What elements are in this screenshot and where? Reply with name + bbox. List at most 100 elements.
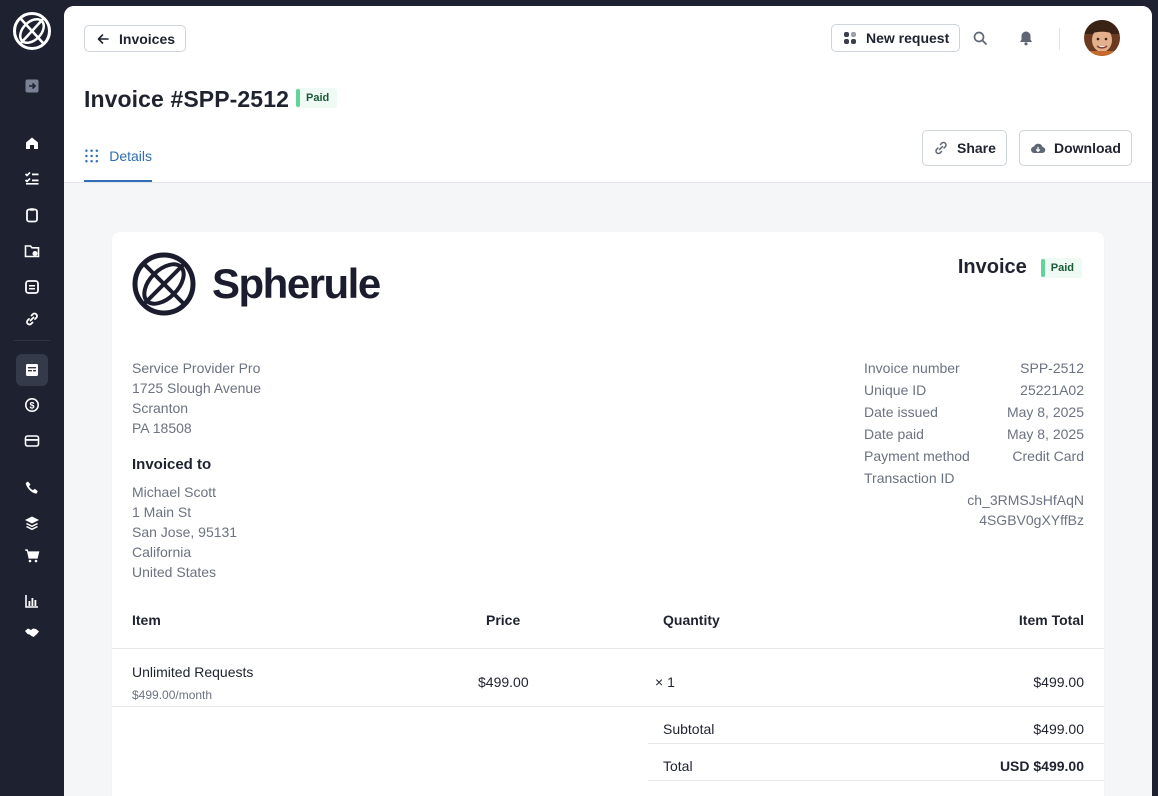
column-header-item: Item (132, 612, 161, 628)
search-icon[interactable] (968, 26, 992, 50)
item-detail: $499.00/month (132, 688, 213, 702)
link-icon (935, 141, 947, 155)
invoice-meta: Invoice number SPP-2512 Unique ID 25221A… (864, 358, 1084, 530)
apps-icon (844, 32, 856, 44)
brand-name: Spherule (212, 260, 381, 307)
meta-row: Invoice number SPP-2512 (864, 358, 1084, 380)
meta-row: Payment method Credit Card (864, 446, 1084, 468)
row-divider (112, 648, 1104, 649)
total-value: USD $499.00 (999, 758, 1084, 774)
phone-icon[interactable] (16, 472, 48, 504)
customer-city-zip: San Jose, 95131 (132, 524, 238, 540)
home-icon[interactable] (16, 127, 48, 159)
clipboard-icon[interactable] (16, 199, 48, 231)
meta-label: Date paid (864, 426, 924, 442)
sidebar-collapse-icon[interactable] (16, 70, 48, 102)
row-divider (112, 706, 1104, 707)
arrow-left-icon (97, 33, 109, 44)
transaction-id-line: 4SGBV0gXYffBz (979, 512, 1084, 528)
cloud-download-icon (1030, 143, 1046, 154)
page-title: Invoice #SPP-2512 (84, 86, 289, 112)
transaction-id: ch_3RMSJsHfAqN 4SGBV0gXYffBz (864, 490, 1084, 530)
tab-details-label: Details (109, 148, 152, 164)
item-quantity: × 1 (655, 674, 675, 690)
customer-address: Michael Scott 1 Main St San Jose, 95131 … (132, 482, 237, 582)
share-label: Share (957, 140, 996, 156)
transaction-label: Transaction ID (864, 470, 955, 486)
provider-address: Service Provider Pro 1725 Slough Avenue … (132, 358, 261, 438)
meta-value: 25221A02 (1020, 382, 1084, 398)
forms-icon[interactable] (16, 271, 48, 303)
customer-state: California (132, 544, 192, 560)
meta-row: Date paid May 8, 2025 (864, 424, 1084, 446)
status-bar (1040, 258, 1045, 277)
customer-street: 1 Main St (132, 504, 192, 520)
main-panel: Invoices New request Invoice #SPP-2512 P… (64, 6, 1152, 796)
download-label: Download (1054, 140, 1121, 156)
item-price: $499.00 (478, 674, 529, 690)
invoice-heading: Invoice Paid (958, 256, 1082, 279)
customer-name: Michael Scott (132, 484, 217, 500)
card-icon[interactable] (16, 425, 48, 457)
back-button-label: Invoices (119, 30, 176, 47)
avatar[interactable] (1084, 20, 1120, 56)
download-button[interactable]: Download (1019, 130, 1132, 166)
transaction-id-line: ch_3RMSJsHfAqN (967, 492, 1084, 508)
folder-icon[interactable] (16, 235, 48, 267)
invoice-status-label: Paid (1050, 261, 1074, 274)
subtotal-label: Subtotal (663, 721, 715, 737)
header-divider (1059, 28, 1060, 50)
customer-country: United States (132, 564, 217, 580)
chart-icon[interactable] (16, 585, 48, 617)
status-badge-label: Paid (306, 92, 330, 104)
layers-icon[interactable] (16, 507, 48, 539)
meta-value: May 8, 2025 (1006, 404, 1084, 420)
brand: Spherule (132, 252, 381, 316)
status-badge: Paid (296, 88, 338, 108)
svg-text:$: $ (29, 401, 34, 411)
meta-value: Credit Card (1012, 448, 1084, 464)
tab-details[interactable]: Details (84, 148, 152, 182)
column-header-total: Item Total (1018, 612, 1084, 628)
row-divider (648, 743, 1104, 744)
meta-label: Payment method (864, 448, 970, 464)
item-total: $499.00 (1033, 674, 1084, 690)
new-request-label: New request (866, 30, 950, 46)
new-request-button[interactable]: New request (831, 24, 961, 52)
item-name: Unlimited Requests (132, 664, 254, 680)
grid-dots-icon (85, 149, 99, 163)
meta-label: Unique ID (864, 382, 927, 398)
sidebar-divider (14, 340, 50, 341)
column-header-quantity: Quantity (663, 612, 720, 628)
provider-state-zip: PA 18508 (132, 420, 192, 436)
column-header-price: Price (486, 612, 521, 628)
sidebar: $ (0, 0, 64, 796)
invoice-card: Spherule Invoice Paid Service Provider P… (112, 232, 1104, 796)
meta-label: Date issued (864, 404, 938, 420)
tasks-icon[interactable] (16, 162, 48, 194)
cart-icon[interactable] (16, 540, 48, 572)
share-button[interactable]: Share (922, 130, 1007, 166)
page-header: Invoices New request Invoice #SPP-2512 P… (64, 6, 1152, 183)
app-logo[interactable] (12, 11, 52, 51)
row-divider (648, 780, 1104, 781)
meta-row: Transaction ID (864, 468, 1084, 490)
handshake-icon[interactable] (16, 617, 48, 649)
spherule-logo-icon (132, 252, 196, 316)
meta-label: Invoice number (864, 360, 960, 376)
provider-street: 1725 Slough Avenue (132, 380, 261, 396)
back-to-invoices-button[interactable]: Invoices (84, 25, 187, 52)
invoices-icon[interactable] (16, 354, 48, 386)
meta-value: May 8, 2025 (1006, 426, 1084, 442)
total-label: Total (663, 758, 693, 774)
bell-icon[interactable] (1014, 26, 1038, 50)
status-bar (296, 89, 300, 107)
meta-value: SPP-2512 (1020, 360, 1084, 376)
subtotal-value: $499.00 (1033, 721, 1084, 737)
invoiced-to-label: Invoiced to (132, 456, 212, 473)
link-icon[interactable] (16, 303, 48, 335)
provider-name: Service Provider Pro (132, 360, 261, 376)
invoice-status-badge: Paid (1040, 257, 1082, 278)
provider-city: Scranton (132, 400, 189, 416)
billing-icon[interactable]: $ (16, 389, 48, 421)
